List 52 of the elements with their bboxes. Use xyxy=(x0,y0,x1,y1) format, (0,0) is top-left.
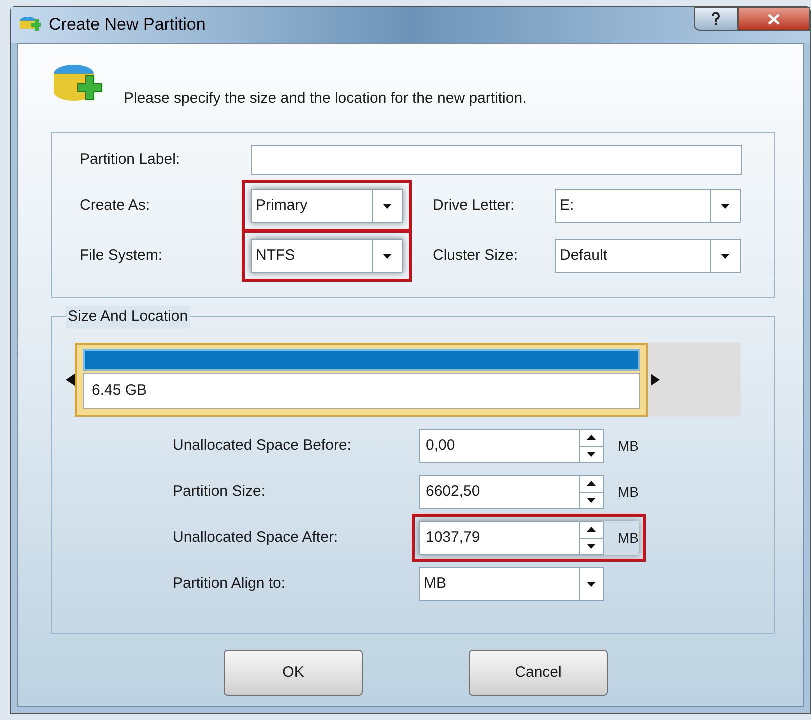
number-spin-field[interactable]: 0,00 xyxy=(419,429,604,463)
unit-label: MB xyxy=(618,528,639,548)
dropdown-value: E: xyxy=(559,196,576,216)
partition-block[interactable]: 6.45 GB xyxy=(75,345,648,417)
close-icon xyxy=(768,14,780,24)
right-handle-icon xyxy=(651,374,660,386)
down-arrow-icon xyxy=(587,452,596,457)
up-arrow-icon xyxy=(587,435,596,440)
number-spin-field[interactable]: 6602,50 xyxy=(419,475,604,509)
dropdown[interactable]: Default xyxy=(555,239,741,273)
spin-value: 1037,79 xyxy=(425,528,482,548)
spin-value: 6602,50 xyxy=(425,482,482,502)
dropdown-value: MB xyxy=(423,574,448,594)
partition-label-field[interactable] xyxy=(251,145,742,175)
field-label: Cluster Size: xyxy=(433,246,520,266)
down-arrow-icon xyxy=(721,254,730,258)
number-spin-field[interactable]: 1037,79 xyxy=(419,521,604,555)
down-arrow-icon xyxy=(587,544,596,549)
down-arrow-icon xyxy=(721,204,730,208)
spin-value: 0,00 xyxy=(425,436,456,456)
dropdown[interactable]: MB xyxy=(419,567,604,601)
window-title: Create New Partition xyxy=(49,14,206,36)
down-arrow-icon xyxy=(587,582,596,586)
dropdown[interactable]: NTFS xyxy=(251,239,403,273)
close-button[interactable] xyxy=(738,7,810,31)
field-label: Unallocated Space Before: xyxy=(173,436,352,456)
dropdown-value: Default xyxy=(559,246,609,266)
up-arrow-icon xyxy=(587,481,596,486)
unit-label: MB xyxy=(618,436,639,456)
dropdown[interactable]: Primary xyxy=(251,189,403,223)
partition-size-text: 6.45 GB xyxy=(83,373,640,409)
field-label: Unallocated Space After: xyxy=(173,528,340,548)
field-label: Create As: xyxy=(80,196,152,216)
instruction-text: Please specify the size and the location for the new partition. xyxy=(124,88,527,108)
dropdown-value: NTFS xyxy=(255,246,296,266)
group-title: Size And Location xyxy=(66,306,190,328)
dialog-button[interactable]: OK xyxy=(224,650,363,696)
field-label: Partition Align to: xyxy=(173,574,287,594)
field-label: Partition Size: xyxy=(173,482,267,502)
field-label: File System: xyxy=(80,246,164,266)
up-arrow-icon xyxy=(587,527,596,532)
help-button[interactable] xyxy=(694,7,738,31)
down-arrow-icon xyxy=(383,204,392,208)
question-mark-icon xyxy=(711,12,721,26)
unit-label: MB xyxy=(618,482,639,502)
down-arrow-icon xyxy=(383,254,392,258)
field-label: Partition Label: xyxy=(80,150,182,170)
dialog-button[interactable]: Cancel xyxy=(469,650,608,696)
dropdown[interactable]: E: xyxy=(555,189,741,223)
down-arrow-icon xyxy=(587,498,596,503)
field-label: Drive Letter: xyxy=(433,196,516,216)
dropdown-value: Primary xyxy=(255,196,309,216)
